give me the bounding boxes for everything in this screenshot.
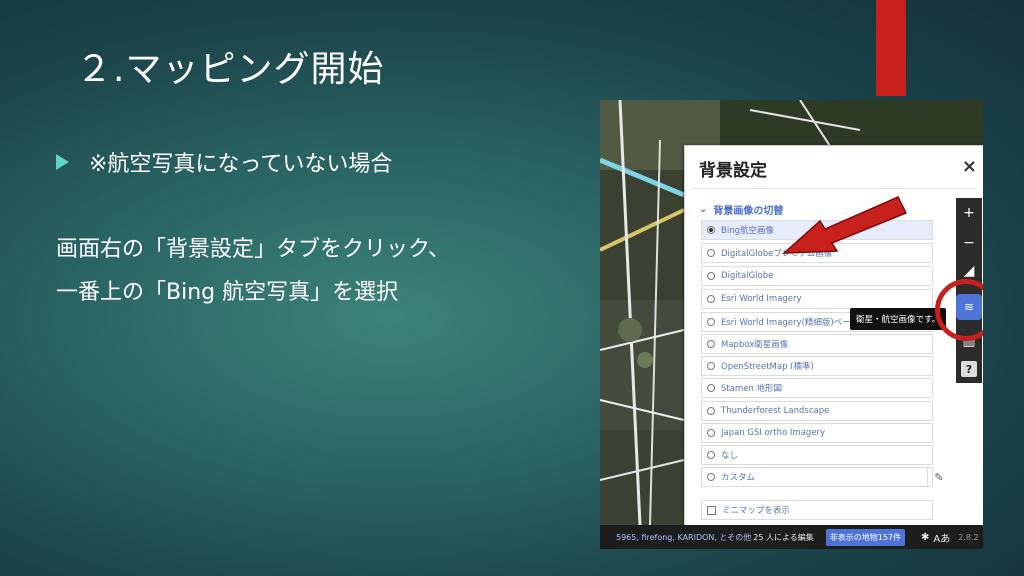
- radio-icon[interactable]: [707, 473, 715, 481]
- red-arrow-icon: [781, 196, 908, 254]
- body-line-1: 画面右の「背景設定」タブをクリック、: [56, 237, 451, 262]
- option-label: Japan GSI ortho Imagery: [721, 428, 826, 438]
- option-label: Esri World Imagery: [721, 294, 802, 304]
- radio-icon[interactable]: [707, 407, 715, 415]
- accent-bar: [876, 0, 906, 96]
- hidden-features-button[interactable]: 非表示の地物157件: [825, 528, 906, 546]
- option-stamen[interactable]: Stamen 地形図: [701, 378, 933, 398]
- option-none[interactable]: なし: [701, 445, 933, 465]
- bullet-text: ※航空写真になっていない場合: [89, 152, 393, 177]
- panel-divider: [693, 188, 977, 189]
- id-editor-screenshot: 背景設定 × ⌄ 背景画像の切替 Bing航空画像 DigitalGlobeプレ…: [600, 100, 983, 549]
- bullet-arrow-icon: [56, 154, 69, 170]
- option-label: なし: [721, 451, 739, 461]
- section-title: 背景画像の切替: [713, 206, 784, 217]
- radio-icon[interactable]: [707, 295, 715, 303]
- close-icon[interactable]: ×: [962, 156, 977, 177]
- option-esri[interactable]: Esri World Imagery: [701, 289, 933, 309]
- option-gsi[interactable]: Japan GSI ortho Imagery: [701, 423, 933, 443]
- option-label: Stamen 地形図: [721, 384, 783, 394]
- map-footer: 5965, firefong, KARIDON, とその他 25 人による編集 …: [600, 525, 983, 549]
- radio-icon[interactable]: [707, 226, 715, 234]
- minimap-toggle[interactable]: ミニマップを表示: [701, 500, 933, 520]
- layers-icon[interactable]: ≋: [956, 294, 982, 320]
- radio-icon[interactable]: [707, 272, 715, 280]
- slide-title: ２.マッピング開始: [76, 49, 385, 90]
- bug-icon[interactable]: ✱: [921, 532, 929, 543]
- option-label: Esri World Imagery(精細版)ベータ: [721, 318, 860, 328]
- body-line-2: 一番上の「Bing 航空写真」を選択: [56, 280, 399, 305]
- option-label: DigitalGlobe: [721, 271, 774, 281]
- body-text: 画面右の「背景設定」タブをクリック、 一番上の「Bing 航空写真」を選択: [56, 228, 576, 314]
- option-label: Mapbox衛星画像: [721, 340, 789, 350]
- checkbox-icon[interactable]: [707, 505, 716, 515]
- radio-icon[interactable]: [707, 318, 715, 326]
- language-icon[interactable]: Aあ: [933, 530, 950, 545]
- panel-title: 背景設定: [699, 161, 767, 181]
- zoom-in-button[interactable]: +: [956, 202, 982, 224]
- option-label: カスタム: [721, 473, 756, 483]
- pencil-icon[interactable]: ✎: [927, 468, 950, 486]
- option-label: OpenStreetMap (標準): [721, 362, 814, 372]
- option-mapbox[interactable]: Mapbox衛星画像: [701, 334, 933, 354]
- minimap-label: ミニマップを表示: [722, 506, 791, 516]
- help-button[interactable]: ?: [961, 361, 977, 377]
- option-thunderforest[interactable]: Thunderforest Landscape: [701, 401, 933, 421]
- footer-edit: 25 人による編集: [753, 532, 814, 542]
- radio-icon[interactable]: [707, 451, 715, 459]
- tooltip: 衛星・航空画像です。: [850, 308, 947, 330]
- section-header[interactable]: ⌄ 背景画像の切替: [699, 202, 783, 217]
- zoom-out-button[interactable]: −: [956, 232, 982, 254]
- radio-icon[interactable]: [707, 384, 715, 392]
- radio-icon[interactable]: [707, 340, 715, 348]
- radio-icon[interactable]: [707, 362, 715, 370]
- radio-icon[interactable]: [707, 249, 715, 257]
- radio-icon[interactable]: [707, 429, 715, 437]
- option-label: Thunderforest Landscape: [721, 406, 830, 416]
- footer-credit[interactable]: 5965, firefong, KARIDON, とその他: [616, 532, 751, 543]
- version-label: 2.8.2: [958, 532, 979, 542]
- option-osm[interactable]: OpenStreetMap (標準): [701, 356, 933, 376]
- bullet-row: ※航空写真になっていない場合: [56, 146, 392, 178]
- option-label: Bing航空画像: [721, 226, 774, 236]
- option-custom[interactable]: カスタム ✎: [701, 467, 944, 487]
- chevron-down-icon: ⌄: [699, 204, 708, 215]
